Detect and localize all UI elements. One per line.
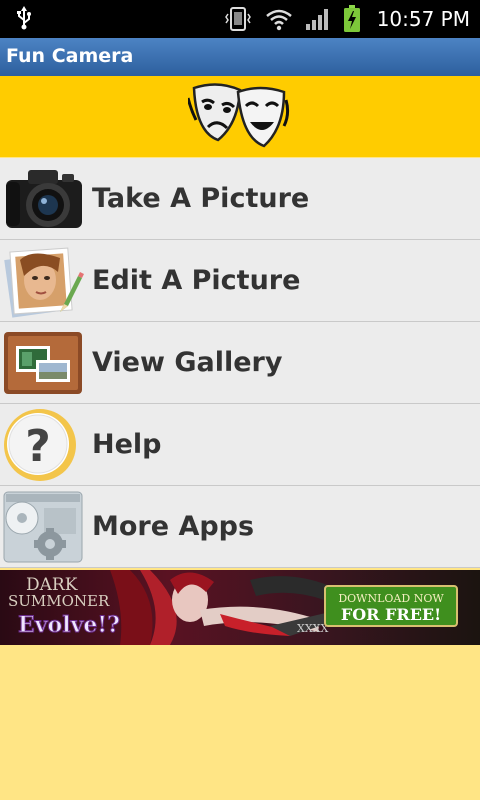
ad-banner[interactable]: XXXX DARK SUMMONER Evolve!? DOWNLOAD NOW… bbox=[0, 570, 480, 645]
edit-picture-icon bbox=[4, 247, 84, 318]
menu-item-label: Help bbox=[92, 429, 162, 460]
header-banner bbox=[0, 76, 480, 157]
menu-item-label: More Apps bbox=[92, 511, 255, 542]
clock: 10:57 PM bbox=[376, 7, 470, 31]
more-apps-icon bbox=[3, 491, 83, 563]
ad-blade-text: XXXX bbox=[297, 622, 328, 635]
status-bar: 10:57 PM bbox=[0, 0, 480, 38]
battery-charging-icon bbox=[343, 5, 360, 32]
menu-item-label: View Gallery bbox=[92, 347, 283, 378]
signal-icon bbox=[305, 9, 328, 30]
help-icon: ? bbox=[4, 409, 76, 481]
vibrate-icon bbox=[224, 7, 251, 31]
ad-cta-line2: FOR FREE! bbox=[341, 605, 441, 624]
menu-item-label: Take A Picture bbox=[92, 183, 310, 214]
menu-item-help[interactable]: ? Help bbox=[0, 404, 480, 486]
menu-item-view-gallery[interactable]: View Gallery bbox=[0, 322, 480, 404]
app-title: Fun Camera bbox=[6, 45, 134, 67]
ad-cta-line1: DOWNLOAD NOW bbox=[338, 592, 444, 605]
wifi-icon bbox=[265, 9, 292, 31]
title-bar: Fun Camera bbox=[0, 38, 480, 77]
ad-download-button[interactable]: DOWNLOAD NOW FOR FREE! bbox=[324, 585, 458, 627]
ad-brand-line2: SUMMONER bbox=[8, 592, 110, 610]
menu-item-label: Edit A Picture bbox=[92, 265, 301, 296]
gallery-icon bbox=[4, 332, 82, 394]
menu-item-more-apps[interactable]: More Apps bbox=[0, 486, 480, 568]
ad-artwork: XXXX DARK SUMMONER Evolve!? DOWNLOAD NOW… bbox=[8, 570, 458, 645]
usb-icon bbox=[17, 6, 31, 30]
main-menu: Take A Picture Edit A Picture View Galle… bbox=[0, 158, 480, 568]
menu-item-edit-picture[interactable]: Edit A Picture bbox=[0, 240, 480, 322]
menu-item-take-picture[interactable]: Take A Picture bbox=[0, 158, 480, 240]
theater-masks-icon bbox=[188, 83, 290, 148]
svg-text:?: ? bbox=[25, 421, 51, 472]
camera-icon bbox=[6, 170, 82, 228]
ad-tagline: Evolve!? bbox=[18, 612, 120, 638]
